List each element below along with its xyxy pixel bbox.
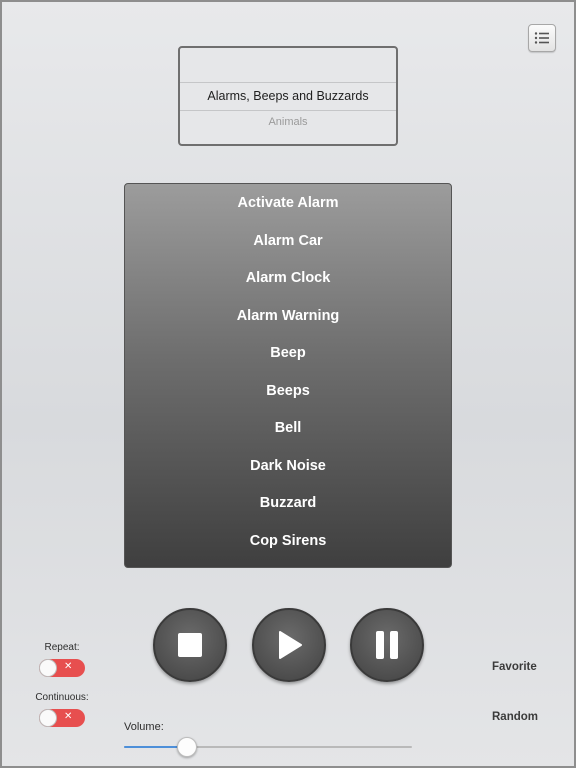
sound-list[interactable]: Activate Alarm Alarm Car Alarm Clock Ala… xyxy=(124,183,452,568)
sound-list-item[interactable]: Buzzard xyxy=(125,485,451,523)
close-icon: ✕ xyxy=(64,661,73,672)
sound-list-item[interactable]: Beeps xyxy=(125,373,451,411)
sound-list-item[interactable]: Alarm Warning xyxy=(125,298,451,336)
repeat-toggle[interactable]: ✕ xyxy=(39,659,85,677)
random-button[interactable]: Random xyxy=(492,711,538,723)
sound-list-item[interactable]: Beep xyxy=(125,335,451,373)
close-icon: ✕ xyxy=(64,711,73,722)
sound-list-item[interactable]: Bell xyxy=(125,410,451,448)
volume-thumb[interactable] xyxy=(177,737,198,757)
volume-label: Volume: xyxy=(124,721,164,733)
picker-next-category[interactable]: Animals xyxy=(180,111,396,133)
sound-list-item[interactable]: Alarm Car xyxy=(125,223,451,261)
stop-button[interactable] xyxy=(153,608,227,682)
favorite-button[interactable]: Favorite xyxy=(492,661,537,673)
pause-button[interactable] xyxy=(350,608,424,682)
sound-list-item[interactable]: Activate Alarm xyxy=(125,185,451,223)
volume-slider[interactable] xyxy=(124,737,412,758)
toggle-knob xyxy=(39,709,57,727)
repeat-label: Repeat: xyxy=(44,642,80,653)
menu-button[interactable] xyxy=(528,24,556,52)
pause-icon xyxy=(376,631,398,659)
sound-list-item[interactable]: Cop Sirens xyxy=(125,523,451,561)
toggle-knob xyxy=(39,659,57,677)
sound-list-item[interactable]: Alarm Clock xyxy=(125,260,451,298)
stop-icon xyxy=(178,633,202,657)
category-picker[interactable]: Alarms, Beeps and Buzzards Animals xyxy=(178,46,398,146)
continuous-label: Continuous: xyxy=(35,692,89,703)
picker-row-empty xyxy=(180,48,396,83)
picker-selected-category[interactable]: Alarms, Beeps and Buzzards xyxy=(180,83,396,111)
list-icon xyxy=(534,32,549,44)
play-button[interactable] xyxy=(252,608,326,682)
play-icon xyxy=(279,631,302,659)
sound-list-item[interactable]: Dark Noise xyxy=(125,448,451,486)
continuous-toggle[interactable]: ✕ xyxy=(39,709,85,727)
